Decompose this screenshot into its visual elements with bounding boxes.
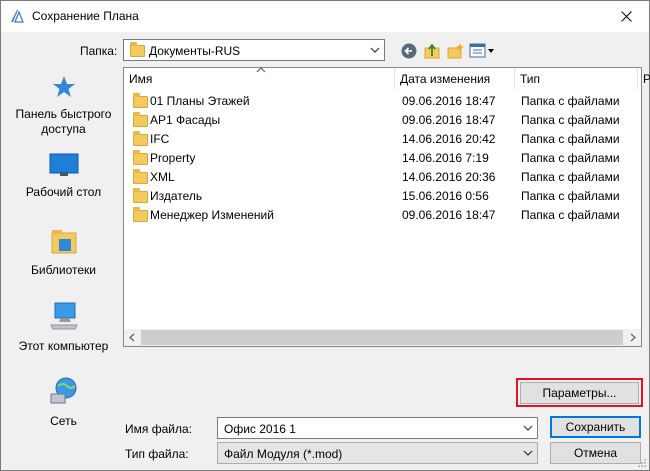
folder-icon	[133, 169, 148, 184]
filename-input[interactable]: Офис 2016 1	[217, 417, 538, 439]
options-button[interactable]: Параметры...	[520, 382, 639, 404]
horizontal-scrollbar[interactable]	[124, 329, 641, 346]
window-title: Сохранение Плана	[32, 9, 139, 23]
table-row[interactable]: Менеджер Изменений 09.06.2016 18:47 Папк…	[124, 206, 641, 225]
file-date: 14.06.2016 7:19	[402, 151, 489, 165]
sidebar-item-label: Этот компьютер	[18, 339, 109, 353]
sidebar-item-this-pc[interactable]: Этот компьютер	[9, 301, 118, 354]
desktop-icon	[49, 153, 78, 176]
file-type: Папка с файлами	[521, 113, 620, 127]
cancel-button[interactable]: Отмена	[550, 442, 641, 464]
column-header-type[interactable]: Тип	[515, 68, 638, 90]
table-row[interactable]: Property 14.06.2016 7:19 Папка с файлами	[124, 149, 641, 168]
folder-icon	[133, 150, 148, 165]
folder-icon	[133, 131, 148, 146]
sidebar-item-label: Рабочий стол	[25, 185, 102, 199]
sidebar-item-network[interactable]: Сеть	[9, 376, 118, 429]
close-icon	[620, 11, 632, 22]
resize-grip-icon[interactable]	[637, 458, 647, 468]
save-button[interactable]: Сохранить	[550, 416, 641, 438]
table-row[interactable]: 01 Планы Этажей 09.06.2016 18:47 Папка с…	[124, 92, 641, 111]
filetype-label: Тип файла:	[125, 447, 189, 461]
table-row[interactable]: Издатель 15.06.2016 0:56 Папка с файлами	[124, 187, 641, 206]
scrollbar-thumb[interactable]	[141, 330, 623, 345]
title-bar[interactable]: Сохранение Плана	[1, 1, 649, 32]
file-name: Менеджер Изменений	[150, 208, 274, 222]
folder-combobox[interactable]: Документы-RUS	[123, 39, 385, 61]
folder-icon	[130, 42, 145, 57]
up-folder-icon[interactable]	[423, 42, 441, 60]
sidebar-item-label: Сеть	[50, 414, 77, 428]
filetype-value: Файл Модуля (*.mod)	[224, 447, 343, 461]
sidebar-item-label: Библиотеки	[30, 263, 96, 277]
table-row[interactable]: IFC 14.06.2016 20:42 Папка с файлами	[124, 130, 641, 149]
file-list[interactable]: Имя Дата изменения Тип Р 01 Планы Этажей…	[123, 67, 650, 347]
new-folder-icon[interactable]	[446, 42, 464, 60]
folder-label: Папка:	[80, 44, 118, 58]
libraries-icon	[51, 230, 76, 254]
chevron-down-icon	[523, 450, 533, 456]
file-date: 09.06.2016 18:47	[402, 208, 496, 222]
chevron-down-icon	[370, 47, 380, 53]
file-date: 09.06.2016 18:47	[402, 94, 496, 108]
back-icon[interactable]	[400, 42, 418, 60]
sidebar-item-label: Панель быстрого доступа	[15, 107, 112, 136]
table-row[interactable]: XML 14.06.2016 20:36 Папка с файлами	[124, 168, 641, 187]
computer-icon	[49, 302, 78, 330]
file-type: Папка с файлами	[521, 170, 620, 184]
folder-icon	[133, 93, 148, 108]
column-header-date[interactable]: Дата изменения	[395, 68, 515, 90]
file-type: Папка с файлами	[521, 94, 620, 108]
folder-icon	[133, 207, 148, 222]
app-icon	[11, 10, 24, 23]
sidebar-item-desktop[interactable]: Рабочий стол	[9, 153, 118, 200]
scroll-right-icon[interactable]	[630, 333, 636, 342]
file-name: IFC	[150, 132, 170, 146]
table-row[interactable]: АР1 Фасады 09.06.2016 18:47 Папка с файл…	[124, 111, 641, 130]
file-date: 09.06.2016 18:47	[402, 113, 496, 127]
network-icon	[50, 377, 76, 404]
chevron-down-icon[interactable]	[523, 424, 533, 432]
star-icon	[52, 76, 75, 97]
file-type: Папка с файлами	[521, 132, 620, 146]
sidebar-item-quick-access[interactable]: Панель быстрого доступа	[9, 75, 118, 137]
filetype-select[interactable]: Файл Модуля (*.mod)	[217, 442, 538, 464]
column-header-size[interactable]: Р	[638, 68, 650, 90]
file-name: Издатель	[150, 189, 203, 203]
folder-icon	[133, 188, 148, 203]
folder-value: Документы-RUS	[149, 44, 241, 58]
sidebar-item-libraries[interactable]: Библиотеки	[9, 227, 118, 278]
file-date: 14.06.2016 20:36	[402, 170, 496, 184]
file-name: АР1 Фасады	[150, 113, 221, 127]
file-name: 01 Планы Этажей	[150, 94, 250, 108]
column-header-name[interactable]: Имя	[124, 67, 395, 90]
folder-icon	[133, 112, 148, 127]
sort-ascending-icon	[256, 67, 266, 73]
filename-label: Имя файла:	[125, 422, 192, 436]
filename-value: Офис 2016 1	[224, 422, 296, 436]
file-date: 15.06.2016 0:56	[402, 189, 489, 203]
close-button[interactable]	[603, 1, 649, 32]
file-type: Папка с файлами	[521, 189, 620, 203]
file-name: Property	[150, 151, 196, 165]
file-date: 14.06.2016 20:42	[402, 132, 496, 146]
file-type: Папка с файлами	[521, 208, 620, 222]
view-menu-icon[interactable]	[469, 42, 495, 60]
navigation-pane: Панель быстрого доступа Рабочий стол Биб…	[9, 67, 118, 444]
file-name: XML	[150, 170, 175, 184]
scroll-left-icon[interactable]	[129, 333, 135, 342]
file-type: Папка с файлами	[521, 151, 620, 165]
save-dialog: Сохранение Плана Папка: Документы-RUS Па…	[0, 0, 650, 471]
